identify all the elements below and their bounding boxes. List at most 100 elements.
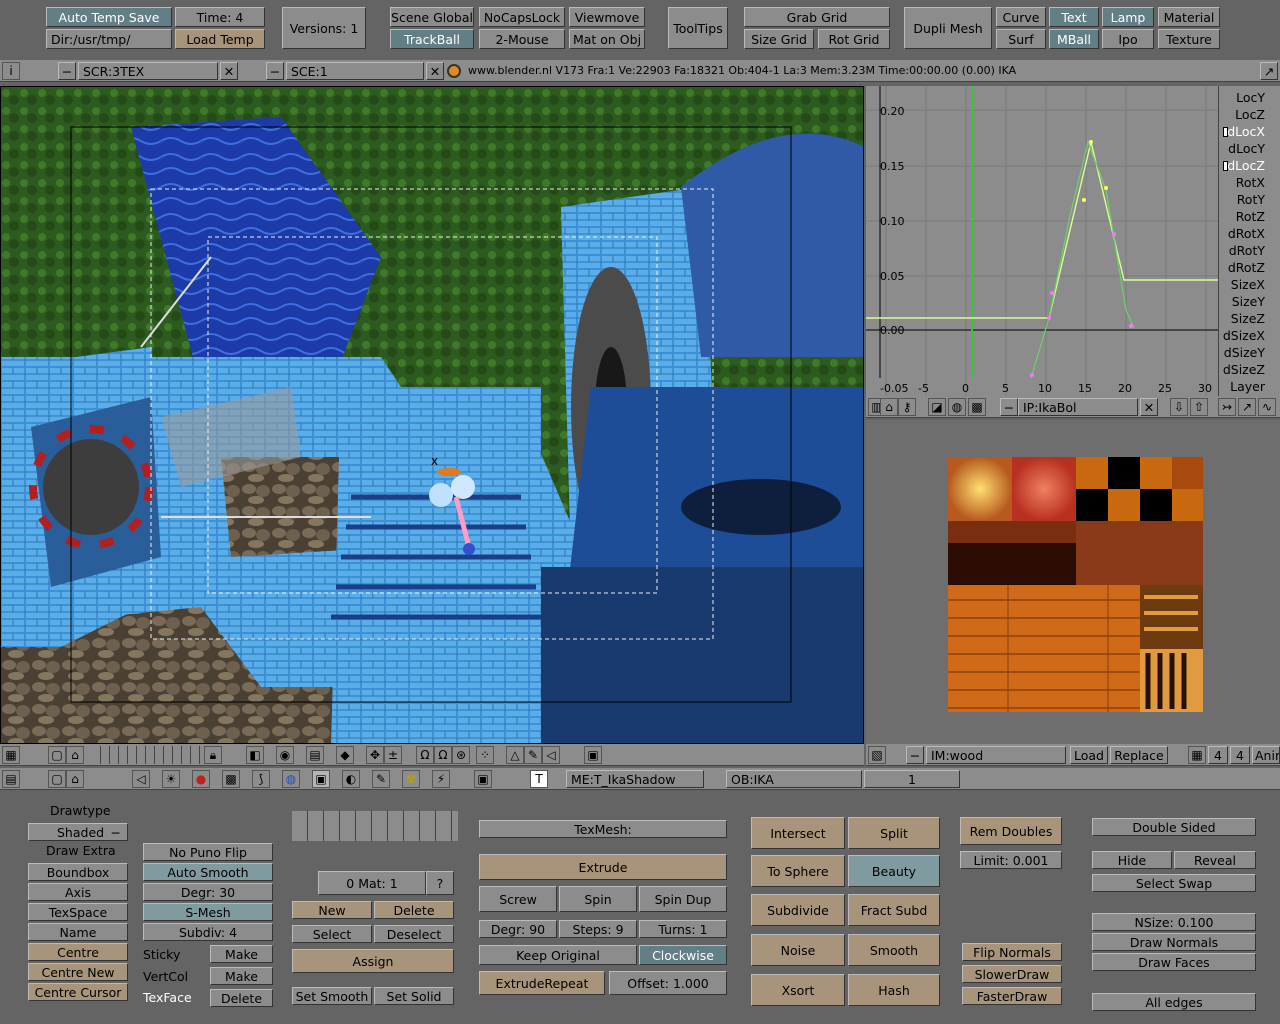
- ipo-channel-drotx[interactable]: dRotX: [1219, 226, 1280, 242]
- view3d-type-icon[interactable]: ▦: [2, 746, 20, 764]
- scene-close-icon[interactable]: ✕: [426, 62, 444, 80]
- scene-name-field[interactable]: SCE:1: [286, 62, 424, 80]
- rem-doubles-button[interactable]: Rem Doubles: [960, 817, 1062, 845]
- hide-button[interactable]: Hide: [1092, 851, 1172, 869]
- ipo-channel-drotz[interactable]: dRotZ: [1219, 260, 1280, 276]
- grab-grid-toggle[interactable]: Grab Grid: [744, 7, 890, 27]
- ipo-channel-sizez[interactable]: SizeZ: [1219, 311, 1280, 327]
- ipo-channel-dsizey[interactable]: dSizeY: [1219, 345, 1280, 361]
- set-smooth-button[interactable]: Set Smooth: [292, 987, 372, 1005]
- constraint-buttons-icon[interactable]: ◐: [342, 770, 360, 788]
- image-anim-button[interactable]: Anim: [1252, 746, 1280, 764]
- buttons-home-icon[interactable]: ⌂: [66, 770, 84, 788]
- texture-buttons-icon[interactable]: ▩: [222, 770, 240, 788]
- size-grid-toggle[interactable]: Size Grid: [744, 29, 814, 49]
- auto-smooth-degr-field[interactable]: Degr: 30: [143, 883, 273, 901]
- shading-icon[interactable]: ◉: [276, 746, 294, 764]
- buttons-type-icon[interactable]: ▤: [2, 770, 20, 788]
- text-toggle[interactable]: Text: [1049, 7, 1099, 27]
- material-assign-button[interactable]: Assign: [292, 949, 454, 973]
- temp-dir-field[interactable]: Dir:/usr/tmp/: [46, 29, 172, 49]
- faster-draw-button[interactable]: FasterDraw: [962, 987, 1062, 1005]
- ipo-extend-icon[interactable]: ↣: [1218, 398, 1236, 416]
- pivot-cursor-icon[interactable]: ⊛: [452, 746, 470, 764]
- turns-field[interactable]: Turns: 1: [639, 920, 727, 938]
- nsize-field[interactable]: NSize: 0.100: [1092, 913, 1256, 931]
- ipo-channel-roty[interactable]: RotY: [1219, 192, 1280, 208]
- ipo-channel-dsizez[interactable]: dSizeZ: [1219, 362, 1280, 378]
- image-type-icon[interactable]: ▧: [868, 746, 886, 764]
- ipo-copy-icon[interactable]: ⇩: [1170, 398, 1188, 416]
- auto-smooth-toggle[interactable]: Auto Smooth: [143, 863, 273, 881]
- edit-buttons-icon[interactable]: ▣: [312, 770, 330, 788]
- drawtype-menu[interactable]: Shaded −: [28, 823, 128, 841]
- degr-90-field[interactable]: Degr: 90: [479, 920, 557, 938]
- material-help-button[interactable]: ?: [426, 871, 454, 895]
- ipo-channel-rotz[interactable]: RotZ: [1219, 209, 1280, 225]
- centre-button[interactable]: Centre: [28, 943, 128, 961]
- ipo-block-name-field[interactable]: IP:IkaBol: [1018, 398, 1138, 416]
- ipo-channel-rotx[interactable]: RotX: [1219, 175, 1280, 191]
- curve-toggle[interactable]: Curve: [996, 7, 1046, 27]
- scene-global-toggle[interactable]: Scene Global: [390, 7, 474, 27]
- view-local-icon[interactable]: ▢: [48, 746, 66, 764]
- ipo-browse-button[interactable]: −: [1000, 398, 1018, 416]
- image-icon[interactable]: ▣: [584, 746, 602, 764]
- material-buttons-icon[interactable]: ●: [192, 770, 210, 788]
- intersect-button[interactable]: Intersect: [751, 817, 845, 849]
- subdivide-button[interactable]: Subdivide: [751, 894, 845, 926]
- texface-delete-button[interactable]: Delete: [210, 989, 273, 1007]
- tooltips-toggle[interactable]: ToolTips: [668, 7, 728, 49]
- screw-button[interactable]: Screw: [479, 886, 557, 912]
- select-swap-button[interactable]: Select Swap: [1092, 874, 1256, 892]
- ipo-seq-icon[interactable]: ▩: [968, 398, 986, 416]
- view-mode-icon[interactable]: ▤: [306, 746, 324, 764]
- ipo-home-icon[interactable]: ⌂: [880, 398, 898, 416]
- world-buttons-icon[interactable]: ◍: [282, 770, 300, 788]
- buttons-view-icon[interactable]: ▢: [48, 770, 66, 788]
- screen-name-field[interactable]: SCR:3TEX: [78, 62, 218, 80]
- two-mouse-toggle[interactable]: 2-Mouse: [479, 29, 565, 49]
- keep-original-toggle[interactable]: Keep Original: [479, 945, 637, 965]
- ipo-channel-dlocy[interactable]: dLocY: [1219, 141, 1280, 157]
- draw-normals-toggle[interactable]: Draw Normals: [1092, 933, 1256, 951]
- trackball-toggle[interactable]: TrackBall: [390, 29, 474, 49]
- load-temp-button[interactable]: Load Temp: [175, 29, 265, 49]
- ipo-block-close-icon[interactable]: ✕: [1140, 398, 1158, 416]
- screen-browse-button[interactable]: −: [58, 62, 76, 80]
- ipo-channel-dlocz[interactable]: dLocZ: [1219, 158, 1280, 174]
- home-icon[interactable]: ⌂: [66, 746, 84, 764]
- noise-button[interactable]: Noise: [751, 934, 845, 966]
- split-button[interactable]: Split: [848, 817, 940, 849]
- image-browse-button[interactable]: −: [906, 746, 924, 764]
- ipo-object-icon[interactable]: ◪: [928, 398, 946, 416]
- draw-type-icon[interactable]: ◆: [336, 746, 354, 764]
- centre-cursor-button[interactable]: Centre Cursor: [28, 983, 128, 1001]
- frame-field[interactable]: 1: [864, 770, 960, 788]
- rot-grid-toggle[interactable]: Rot Grid: [818, 29, 890, 49]
- anim-buttons-icon[interactable]: ⟆: [252, 770, 270, 788]
- image-replace-button[interactable]: Replace: [1110, 746, 1168, 764]
- render-icon[interactable]: ◁: [542, 746, 560, 764]
- hash-button[interactable]: Hash: [848, 974, 940, 1006]
- nocapslock-toggle[interactable]: NoCapsLock: [479, 7, 565, 27]
- screen-close-icon[interactable]: ✕: [220, 62, 238, 80]
- dupli-mesh-toggle[interactable]: Dupli Mesh: [904, 7, 992, 49]
- render-buttons-icon[interactable]: ▣: [474, 770, 492, 788]
- clockwise-toggle[interactable]: Clockwise: [639, 945, 727, 965]
- object-name-field[interactable]: OB:IKA: [726, 770, 862, 788]
- all-edges-toggle[interactable]: All edges: [1092, 993, 1256, 1011]
- draw-faces-toggle[interactable]: Draw Faces: [1092, 953, 1256, 971]
- grab-icon[interactable]: ✥: [366, 746, 384, 764]
- smesh-toggle[interactable]: S-Mesh: [143, 903, 273, 921]
- texmesh-field[interactable]: TexMesh:: [479, 820, 727, 838]
- set-solid-button[interactable]: Set Solid: [374, 987, 454, 1005]
- flip-normals-button[interactable]: Flip Normals: [962, 943, 1062, 961]
- mball-toggle[interactable]: MBall: [1049, 29, 1099, 49]
- spin-dup-button[interactable]: Spin Dup: [639, 886, 727, 912]
- no-puno-flip-toggle[interactable]: No Puno Flip: [143, 843, 273, 861]
- sticky-make-button[interactable]: Make: [210, 945, 273, 963]
- view-buttons-icon[interactable]: ◁: [132, 770, 150, 788]
- extrude-repeat-button[interactable]: ExtrudeRepeat: [479, 971, 605, 995]
- axis-toggle[interactable]: Axis: [28, 883, 128, 901]
